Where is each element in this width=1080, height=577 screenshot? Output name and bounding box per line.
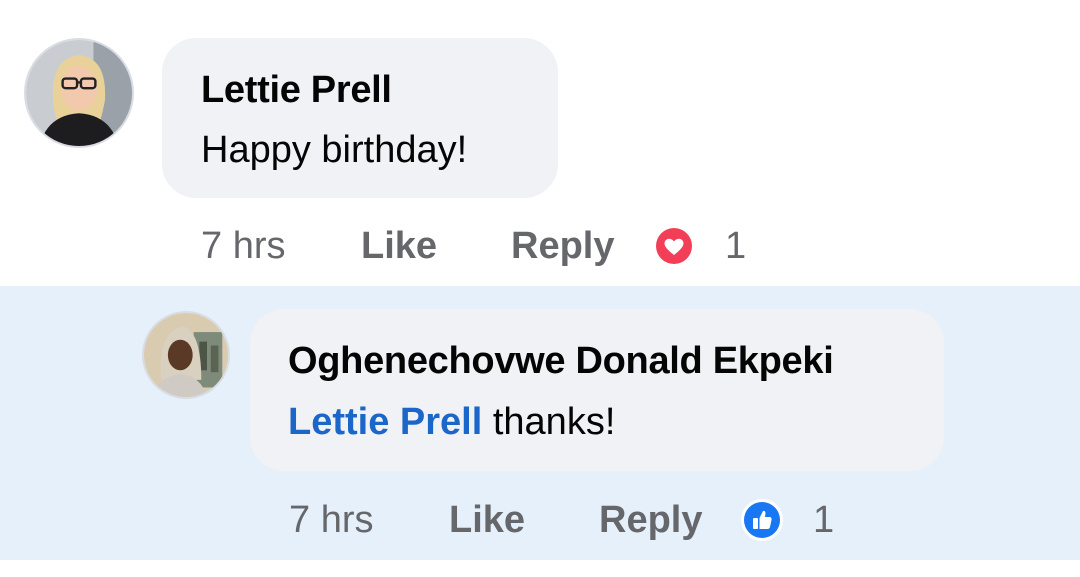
reply-button[interactable]: Reply: [511, 225, 653, 268]
comment-text: Lettie Prell thanks!: [288, 401, 615, 444]
heart-reaction-icon[interactable]: [653, 225, 695, 267]
comment-bubble: Oghenechovwe Donald Ekpeki Lettie Prell …: [250, 309, 944, 471]
comment-body: thanks!: [482, 401, 616, 443]
comment-author[interactable]: Oghenechovwe Donald Ekpeki: [288, 340, 834, 383]
divider: [0, 560, 1080, 577]
reaction-count[interactable]: 1: [813, 499, 834, 542]
comment-timestamp[interactable]: 7 hrs: [201, 225, 361, 268]
comment-bubble: Lettie Prell Happy birthday!: [162, 38, 558, 198]
comment-actions: 7 hrs Like Reply 1: [201, 222, 746, 270]
reaction-count[interactable]: 1: [725, 225, 746, 268]
avatar[interactable]: [24, 38, 134, 148]
thumbs-up-reaction-icon[interactable]: [741, 499, 783, 541]
like-button[interactable]: Like: [361, 225, 511, 268]
comment-author[interactable]: Lettie Prell: [201, 69, 392, 112]
mention-link[interactable]: Lettie Prell: [288, 401, 482, 443]
profile-photo-icon: [144, 313, 228, 397]
like-button[interactable]: Like: [449, 499, 599, 542]
comment-text: Happy birthday!: [201, 129, 468, 171]
comment-timestamp[interactable]: 7 hrs: [289, 499, 449, 542]
avatar[interactable]: [142, 311, 230, 399]
comment: Lettie Prell Happy birthday! 7 hrs Like …: [0, 0, 1080, 286]
comment-actions: 7 hrs Like Reply 1: [289, 496, 834, 544]
profile-photo-icon: [26, 40, 132, 146]
reply-button[interactable]: Reply: [599, 499, 741, 542]
